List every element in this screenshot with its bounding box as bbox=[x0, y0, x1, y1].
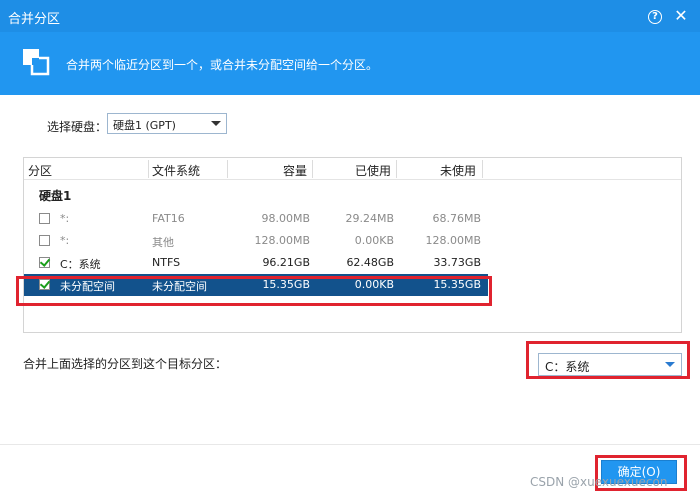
column-divider[interactable] bbox=[227, 160, 228, 178]
table-row[interactable]: C：系统 NTFS 96.21GB 62.48GB 33.73GB bbox=[24, 252, 488, 274]
row-checkbox[interactable] bbox=[39, 235, 50, 246]
disk-group-label: 硬盘1 bbox=[39, 189, 72, 203]
cell-used: 62.48GB bbox=[346, 256, 394, 269]
column-divider[interactable] bbox=[148, 160, 149, 178]
close-button[interactable]: ✕ bbox=[671, 6, 691, 26]
table-row[interactable]: *: FAT16 98.00MB 29.24MB 68.76MB bbox=[24, 208, 488, 230]
cell-capacity: 128.00MB bbox=[254, 234, 310, 247]
col-header-used: 已使用 bbox=[355, 164, 392, 178]
merge-partition-icon bbox=[23, 49, 50, 76]
cell-free: 33.73GB bbox=[433, 256, 481, 269]
col-header-free: 未使用 bbox=[440, 164, 477, 178]
column-divider[interactable] bbox=[396, 160, 397, 178]
cell-free: 128.00MB bbox=[425, 234, 481, 247]
partition-table: 分区 文件系统 容量 已使用 未使用 硬盘1 *: FAT16 98.00MB … bbox=[23, 157, 682, 333]
row-checkbox[interactable] bbox=[39, 257, 50, 268]
cell-used: 0.00KB bbox=[354, 234, 394, 247]
table-header: 分区 文件系统 容量 已使用 未使用 bbox=[24, 158, 681, 180]
disk-select-label: 选择硬盘： bbox=[47, 120, 108, 134]
col-header-partition: 分区 bbox=[28, 164, 53, 178]
cell-partition: *: bbox=[60, 212, 70, 225]
table-row[interactable]: *: 其他 128.00MB 0.00KB 128.00MB bbox=[24, 230, 488, 252]
disk-dropdown-value: 硬盘1 (GPT) bbox=[113, 119, 176, 132]
window-title: 合并分区 bbox=[8, 12, 61, 27]
cell-partition: C：系统 bbox=[60, 258, 101, 271]
title-bar: 合并分区 ? ✕ bbox=[0, 0, 700, 32]
highlight-box-target bbox=[526, 341, 690, 379]
highlight-box-row bbox=[16, 276, 492, 306]
watermark-text: CSDN @xuexuexuecon bbox=[530, 475, 668, 489]
cell-free: 68.76MB bbox=[432, 212, 481, 225]
cell-filesystem: 其他 bbox=[152, 236, 174, 249]
column-divider[interactable] bbox=[312, 160, 313, 178]
row-checkbox[interactable] bbox=[39, 213, 50, 224]
cell-capacity: 98.00MB bbox=[261, 212, 310, 225]
col-header-capacity: 容量 bbox=[283, 164, 308, 178]
column-divider[interactable] bbox=[482, 160, 483, 178]
target-partition-label: 合并上面选择的分区到这个目标分区： bbox=[23, 357, 228, 371]
cell-partition: *: bbox=[60, 234, 70, 247]
footer-divider bbox=[0, 444, 700, 445]
info-banner: 合并两个临近分区到一个，或合并未分配空间给一个分区。 bbox=[0, 32, 700, 95]
cell-capacity: 96.21GB bbox=[262, 256, 310, 269]
help-icon: ? bbox=[648, 10, 662, 24]
cell-filesystem: FAT16 bbox=[152, 212, 185, 225]
cell-used: 29.24MB bbox=[345, 212, 394, 225]
banner-description: 合并两个临近分区到一个，或合并未分配空间给一个分区。 bbox=[66, 58, 379, 72]
cell-filesystem: NTFS bbox=[152, 256, 181, 269]
help-button[interactable]: ? bbox=[645, 6, 665, 26]
col-header-filesystem: 文件系统 bbox=[152, 164, 201, 178]
disk-dropdown[interactable]: 硬盘1 (GPT) bbox=[107, 113, 227, 134]
chevron-down-icon bbox=[211, 121, 221, 126]
